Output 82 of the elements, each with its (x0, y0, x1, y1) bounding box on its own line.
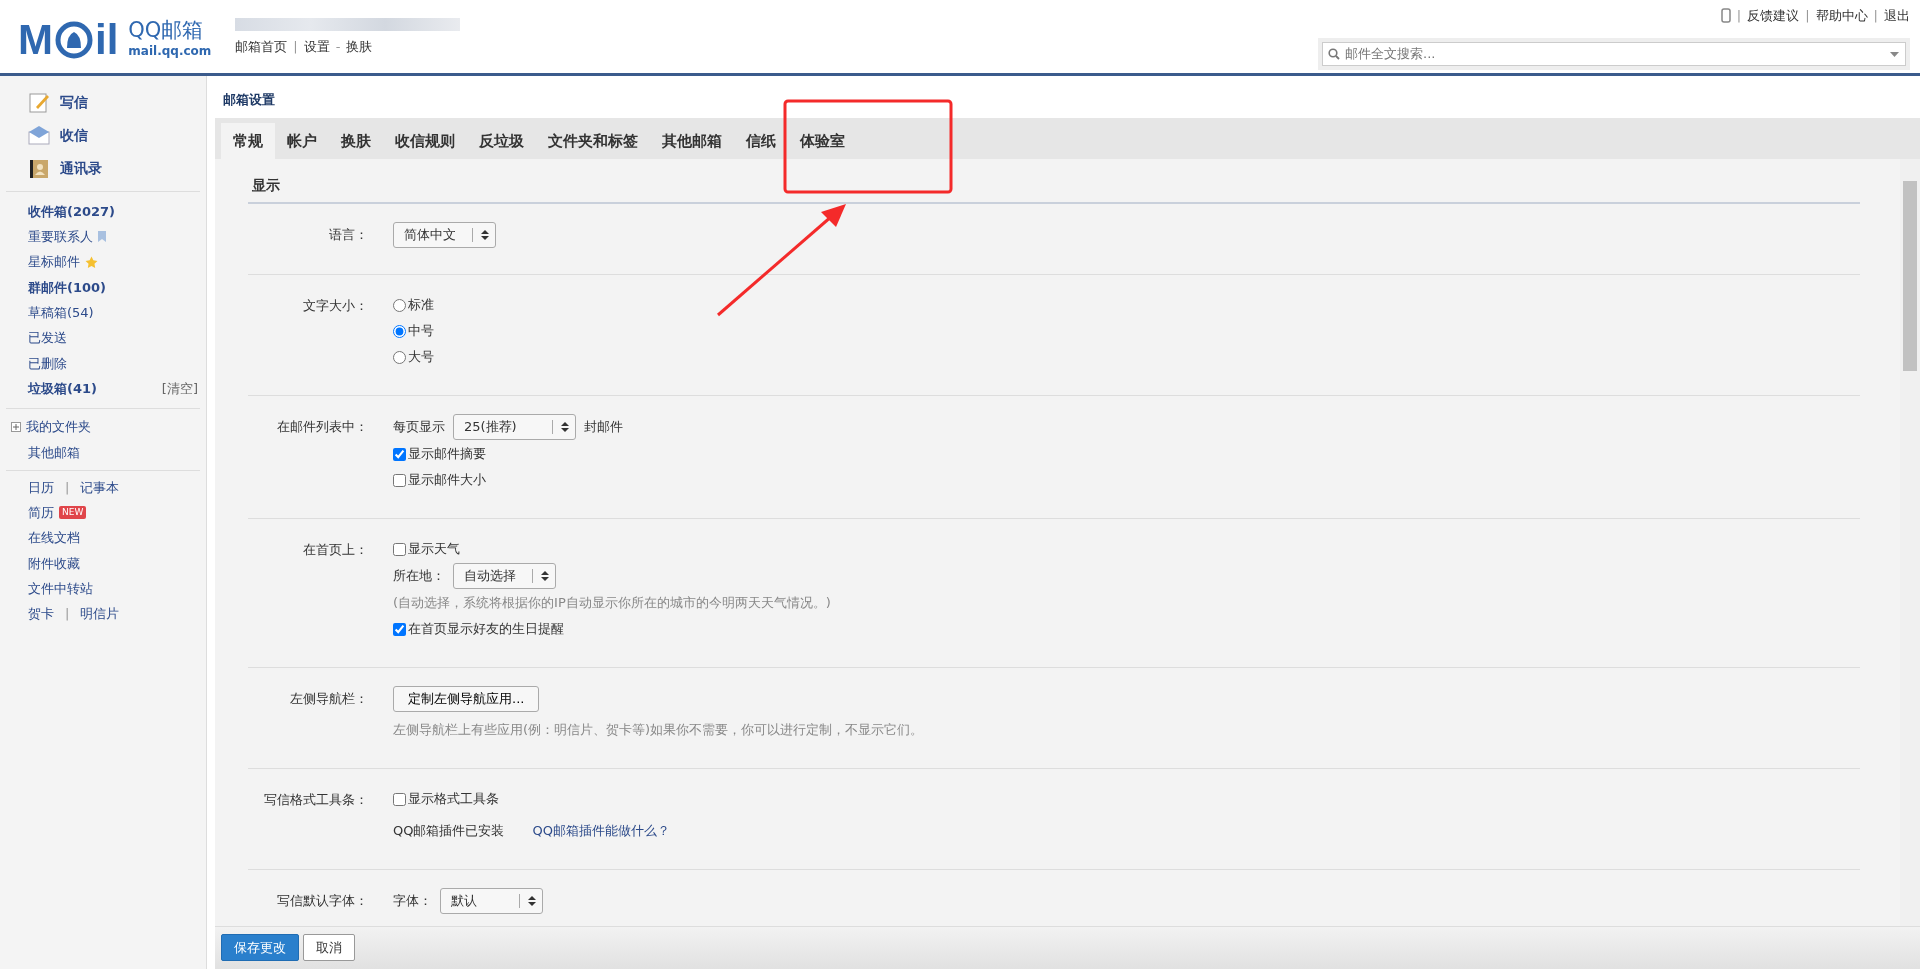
app-link[interactable]: 简历 (28, 503, 54, 523)
nav-link-text[interactable]: 设置 (303, 39, 330, 54)
setting-label: 文字大小： (302, 297, 369, 316)
nav-link-text[interactable]: 换肤 (346, 39, 373, 54)
app-link[interactable]: 附件收藏 (28, 553, 80, 574)
customize-button[interactable]: 定制左侧导航应用... (393, 686, 540, 713)
settings-tab[interactable]: 常规 (221, 123, 275, 160)
app-link[interactable]: 在线文档 (28, 528, 80, 548)
settings-tab[interactable]: 帐户 (275, 123, 329, 160)
app-link[interactable]: 贺卡 (28, 604, 54, 624)
sidebar-link[interactable]: 写信 (60, 92, 88, 113)
option-label: 大号 (408, 348, 434, 367)
dropdown-field[interactable]: 简体中文 (393, 222, 496, 249)
folder-link[interactable]: 群邮件(100) (28, 277, 107, 298)
setting-label: 在邮件列表中： (276, 418, 369, 437)
logo-domain: mail.qq.com (128, 43, 212, 61)
top-link[interactable]: 退出 (1884, 6, 1910, 26)
option-label: 显示格式工具条 (408, 790, 499, 809)
app-link[interactable]: 记事本 (80, 477, 120, 498)
search-field[interactable]: 邮件全文搜索... (1322, 41, 1906, 66)
folder-link[interactable]: 重要联系人 (28, 227, 93, 247)
separator: | (65, 605, 70, 624)
settings-tab[interactable]: 体验室 (788, 123, 857, 160)
app-link[interactable]: 明信片 (80, 604, 120, 624)
folder-link[interactable]: 其他邮箱 (28, 442, 80, 463)
dropdown-field[interactable]: 默认 (440, 888, 543, 915)
separator: | (65, 478, 70, 497)
separator: - (335, 39, 341, 54)
settings-tab[interactable]: 其他邮箱 (650, 123, 734, 160)
new-badge: NEW (59, 506, 87, 520)
top-link[interactable]: 反馈建议 (1747, 6, 1800, 26)
settings-tab[interactable]: 换肤 (329, 123, 383, 160)
settings-tab[interactable]: 收信规则 (383, 123, 467, 160)
folder-link[interactable]: 星标邮件 (28, 252, 80, 272)
logo-text: il (95, 18, 119, 61)
folder-link[interactable]: 收件箱(2027) (28, 201, 116, 222)
setting-label: 在首页上： (302, 541, 369, 560)
hint-text: 左侧导航栏上有些应用(例：明信片、贺卡等)如果你不需要，你可以进行定制，不显示它们。 (393, 721, 924, 740)
setting-label: 左侧导航栏： (289, 690, 369, 709)
field-label: 所在地： (393, 567, 445, 586)
sidebar-link[interactable]: 收信 (60, 125, 88, 146)
option-label: 标准 (408, 296, 434, 315)
folder-link[interactable]: 垃圾箱(41) (28, 378, 97, 399)
app-link[interactable]: 文件中转站 (28, 579, 93, 599)
dropdown-field[interactable]: 25(推荐) (453, 414, 576, 441)
folder-link[interactable]: 已发送 (28, 328, 67, 348)
settings-tab[interactable]: 信纸 (734, 123, 788, 160)
folder-link[interactable]: 已删除 (28, 353, 67, 374)
option-label: 显示天气 (408, 540, 460, 559)
field-label: 封邮件 (584, 418, 623, 437)
field-label: 每页显示 (393, 418, 445, 437)
sidebar-link[interactable]: 通讯录 (60, 158, 102, 179)
separator: | (293, 39, 298, 54)
option-label: 显示邮件大小 (408, 471, 486, 490)
folder-link[interactable]: 我的文件夹 (26, 417, 91, 437)
setting-label: 写信默认字体： (276, 892, 369, 911)
option-label: 显示邮件摘要 (408, 445, 486, 464)
logo-text: M (18, 18, 53, 61)
settings-tab[interactable]: 反垃圾 (467, 123, 536, 160)
logo-name: QQ邮箱 (128, 18, 205, 43)
field-label: 字体： (393, 892, 432, 911)
separator: | (1736, 7, 1742, 25)
settings-tab[interactable]: 文件夹和标签 (536, 123, 650, 160)
status-text: QQ邮箱插件已安装 (393, 822, 505, 841)
cancel-button[interactable]: 取消 (303, 934, 355, 962)
help-link[interactable]: QQ邮箱插件能做什么？ (532, 821, 670, 841)
folder-link[interactable]: 草稿箱(54) (28, 303, 94, 323)
setting-label: 语言： (328, 226, 369, 245)
option-label: 中号 (408, 322, 434, 341)
nav-link-text[interactable]: 邮箱首页 (235, 39, 288, 54)
separator: | (1805, 7, 1810, 25)
save-button[interactable]: 保存更改 (221, 934, 299, 962)
empty-link[interactable]: [清空] (161, 378, 198, 399)
dropdown-field[interactable]: 自动选择 (453, 563, 556, 590)
top-link[interactable]: 帮助中心 (1815, 6, 1868, 26)
page-title: 邮箱设置 (222, 91, 276, 109)
hint-text: (自动选择，系统将根据你的IP自动显示你所在的城市的今明两天天气情况。) (393, 594, 831, 613)
section-title: 显示 (248, 159, 1860, 205)
app-link[interactable]: 日历 (28, 477, 54, 498)
separator: | (1873, 7, 1878, 25)
setting-label: 写信格式工具条： (263, 791, 369, 810)
option-label: 在首页显示好友的生日提醒 (408, 620, 564, 639)
